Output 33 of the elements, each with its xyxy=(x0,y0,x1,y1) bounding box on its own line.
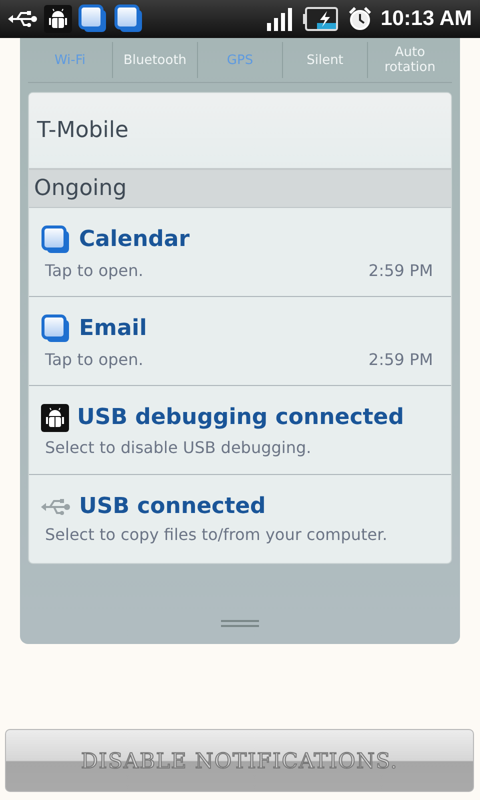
notification-item[interactable]: USB debugging connected Select to disable USB debugging. xyxy=(29,386,451,475)
android-icon xyxy=(41,404,69,432)
quick-toggle[interactable]: Silent xyxy=(282,42,367,78)
notification-item[interactable]: Calendar Tap to open. 2:59 PM xyxy=(29,208,451,297)
notification-text: Tap to open. xyxy=(45,260,144,280)
alarm-clock-icon xyxy=(346,6,373,32)
carrier-name: T-Mobile xyxy=(37,118,129,143)
notification-text: Tap to open. xyxy=(45,350,144,368)
stacked-squares-icon xyxy=(41,224,71,254)
notification-title: Calendar xyxy=(79,227,190,252)
notification-text: Select to copy files to/from your computer. xyxy=(45,525,388,544)
stacked-squares-icon xyxy=(78,4,108,34)
android-icon xyxy=(44,5,72,33)
notification-title: USB debugging connected xyxy=(77,405,404,430)
notification-item[interactable]: Email Tap to open. 2:59 PM xyxy=(29,297,451,386)
signal-icon xyxy=(264,7,295,31)
quick-toggle[interactable]: Bluetooth xyxy=(112,42,197,78)
notification-title: USB connected xyxy=(79,494,266,519)
stacked-squares-icon xyxy=(114,4,144,34)
notification-item[interactable]: USB connected Select to copy files to/from your computer. xyxy=(29,475,451,563)
notification-time: 2:59 PM xyxy=(368,350,433,368)
usb-icon xyxy=(41,496,71,516)
battery-icon xyxy=(302,7,339,31)
notification-text: Select to disable USB debugging. xyxy=(45,438,312,456)
clock-time: 10:13 AM xyxy=(380,7,472,31)
stacked-squares-icon xyxy=(41,314,71,344)
section-title: Ongoing xyxy=(34,176,127,201)
drag-handle-icon[interactable] xyxy=(221,619,259,629)
usb-icon xyxy=(8,9,38,29)
quick-toggle[interactable]: Auto rotation xyxy=(367,42,452,78)
notification-title: Email xyxy=(79,316,147,341)
notification-time: 2:59 PM xyxy=(368,260,433,280)
disable-notifications-button[interactable]: DISABLE NOTIFICATIONS. xyxy=(5,729,474,792)
